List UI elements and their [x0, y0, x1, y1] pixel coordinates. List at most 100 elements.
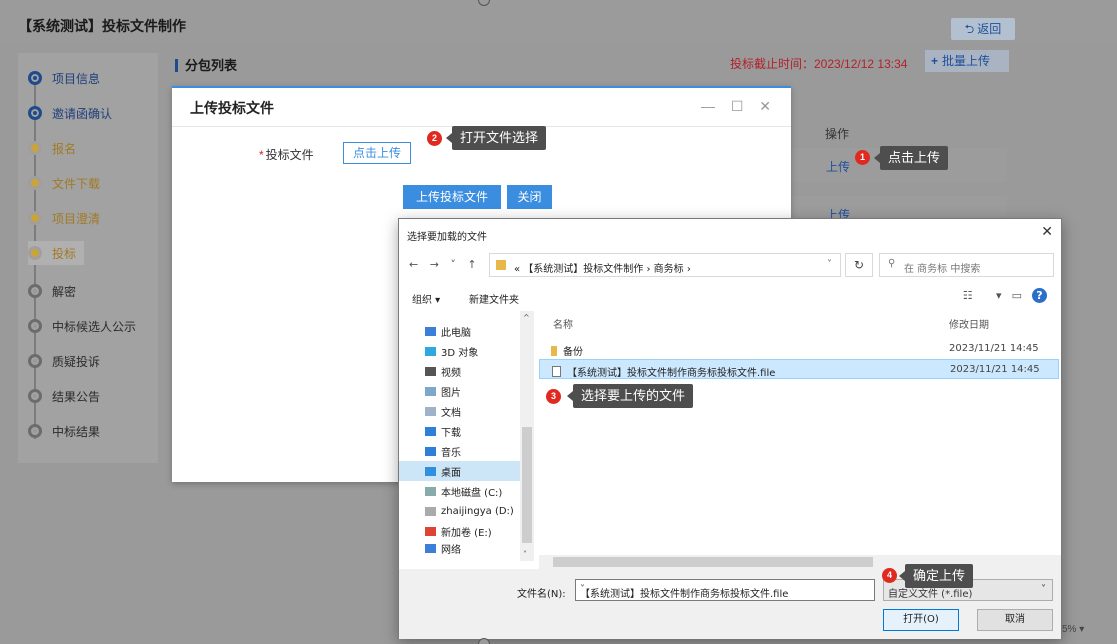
step-project-info[interactable]: 项目信息 — [28, 66, 100, 90]
address-bar[interactable]: « 【系统测试】投标文件制作 › 商务标 › ˅ — [489, 253, 841, 277]
callout-tooltip: 点击上传 — [873, 146, 949, 170]
tree-item-selected[interactable]: 桌面 — [399, 461, 520, 481]
step-award-result[interactable]: 中标结果 — [28, 419, 100, 443]
step-dot-icon — [28, 71, 42, 85]
step-decrypt[interactable]: 解密 — [28, 279, 76, 303]
step-label: 中标候选人公示 — [52, 319, 137, 334]
batch-upload-button[interactable]: + 批量上传 — [925, 50, 1009, 72]
tree-item-label: 3D 对象 — [441, 347, 479, 359]
step-dot-icon — [28, 319, 42, 333]
cancel-button[interactable]: 取消 — [977, 609, 1053, 631]
step-label: 项目澄清 — [52, 211, 101, 226]
column-header-date[interactable]: 修改日期 — [949, 316, 989, 331]
picture-icon — [425, 386, 436, 396]
tree-item-label: 本地磁盘 (C:) — [441, 487, 503, 499]
scroll-thumb[interactable] — [553, 557, 873, 567]
step-label: 文件下载 — [52, 176, 101, 191]
callout-tooltip: 选择要上传的文件 — [566, 384, 694, 408]
step-dot-icon — [28, 106, 42, 120]
step-label: 邀请函确认 — [52, 106, 113, 121]
tree-item[interactable]: 3D 对象 — [425, 341, 478, 361]
row-upload-link[interactable]: 上传 — [826, 158, 850, 175]
filename-label: 文件名(N): — [517, 589, 566, 600]
search-placeholder: 在 商务标 中搜索 — [904, 264, 981, 275]
file-name-text: 备份 — [563, 347, 583, 358]
close-icon[interactable]: ✕ — [1041, 224, 1053, 240]
ops-column-header: 操作 — [825, 127, 850, 141]
tree-item[interactable]: 网络 — [425, 541, 461, 555]
tree-item-label: 下载 — [441, 427, 461, 439]
tree-item-label: 音乐 — [441, 447, 461, 459]
view-controls: ☷ ▾▭? — [963, 288, 1047, 303]
scroll-down-icon[interactable]: ˅ — [523, 550, 527, 559]
tree-item[interactable]: 视频 — [425, 361, 461, 381]
close-button[interactable]: 关闭 — [507, 185, 552, 209]
network-icon — [425, 543, 436, 553]
document-icon — [425, 406, 436, 416]
step-label: 中标结果 — [52, 424, 101, 439]
view-options-icon[interactable]: ☷ ▾ — [963, 289, 1012, 302]
step-signup[interactable]: 报名 — [28, 136, 76, 160]
step-label: 结果公告 — [52, 389, 101, 404]
plus-icon: + — [931, 54, 939, 68]
file-row[interactable]: 备份 2023/11/21 14:45 — [539, 339, 1059, 359]
vertical-scrollbar[interactable]: ^ ˅ — [520, 311, 534, 561]
tree-item[interactable]: zhaijingya (D:) — [425, 501, 514, 521]
zoom-control[interactable]: 5% ▾ — [1062, 624, 1084, 635]
organize-menu[interactable]: 组织 ▾ — [412, 291, 440, 306]
refresh-icon[interactable]: ↻ — [845, 253, 873, 277]
tree-item[interactable]: 文档 — [425, 401, 461, 421]
drive-icon — [425, 506, 436, 516]
cube-icon — [425, 346, 436, 356]
file-row-selected[interactable]: 【系统测试】投标文件制作商务标投标文件.file 2023/11/21 14:4… — [539, 359, 1059, 379]
submit-upload-button[interactable]: 上传投标文件 — [403, 185, 501, 209]
search-icon: ⚲ — [888, 258, 896, 269]
drive-icon — [425, 526, 436, 536]
tree-item[interactable]: 图片 — [425, 381, 461, 401]
chevron-down-icon[interactable]: ˅ — [827, 259, 832, 270]
music-icon — [425, 446, 436, 456]
step-label: 项目信息 — [52, 71, 101, 86]
file-name: 备份 — [551, 343, 583, 358]
tree-item-label: 图片 — [441, 387, 461, 399]
step-label: 投标 — [52, 246, 77, 261]
tree-item-label: 桌面 — [441, 467, 461, 479]
preview-pane-icon[interactable]: ▭ — [1012, 289, 1032, 302]
step-clarify[interactable]: 项目澄清 — [28, 206, 100, 230]
tree-item[interactable]: 新加卷 (E:) — [425, 521, 492, 541]
tree-item[interactable]: 本地磁盘 (C:) — [425, 481, 502, 501]
dialog-window-controls[interactable]: — ☐ ✕ — [701, 98, 777, 115]
step-candidate-notice[interactable]: 中标候选人公示 — [28, 314, 136, 338]
choose-file-button[interactable]: 点击上传 — [343, 142, 411, 164]
callout-tooltip: 确定上传 — [898, 564, 974, 588]
back-arrow-icon: ⮌ — [964, 22, 975, 36]
section-title: 分包列表 — [175, 55, 237, 74]
step-file-download[interactable]: 文件下载 — [28, 171, 100, 195]
file-icon — [552, 366, 561, 377]
tree-item[interactable]: 音乐 — [425, 441, 461, 461]
step-bid[interactable]: 投标 — [28, 241, 85, 265]
filename-input[interactable]: 【系统测试】投标文件制作商务标投标文件.file ˅ — [575, 579, 875, 601]
chevron-down-icon[interactable]: ˅ — [580, 584, 869, 595]
step-dot-icon — [28, 284, 42, 298]
nav-arrows-icon[interactable]: ← → ˅ ↑ — [409, 258, 481, 271]
new-folder-button[interactable]: 新建文件夹 — [469, 291, 519, 306]
step-complaint[interactable]: 质疑投诉 — [28, 349, 100, 373]
back-label: 返回 — [977, 22, 1002, 36]
tree-item[interactable]: 此电脑 — [425, 321, 471, 341]
step-invitation[interactable]: 邀请函确认 — [28, 101, 112, 125]
help-icon[interactable]: ? — [1032, 288, 1047, 303]
horizontal-scrollbar[interactable] — [539, 555, 1061, 569]
step-result-notice[interactable]: 结果公告 — [28, 384, 100, 408]
progress-steps: 项目信息 邀请函确认 报名 文件下载 项目澄清 投标 解密 中标候选人公示 质疑… — [18, 53, 158, 463]
scroll-thumb[interactable] — [522, 427, 532, 543]
page-header: 【系统测试】投标文件制作 ⮌ 返回 — [0, 0, 1117, 44]
step-label: 质疑投诉 — [52, 354, 101, 369]
scroll-up-icon[interactable]: ^ — [523, 313, 530, 322]
column-header-name[interactable]: 名称 — [553, 316, 573, 331]
open-button[interactable]: 打开(O) — [883, 609, 959, 631]
back-button[interactable]: ⮌ 返回 — [951, 18, 1015, 40]
step-badge: 2 — [427, 131, 442, 146]
tree-item[interactable]: 下载 — [425, 421, 461, 441]
search-input[interactable]: ⚲ 在 商务标 中搜索 — [879, 253, 1054, 277]
